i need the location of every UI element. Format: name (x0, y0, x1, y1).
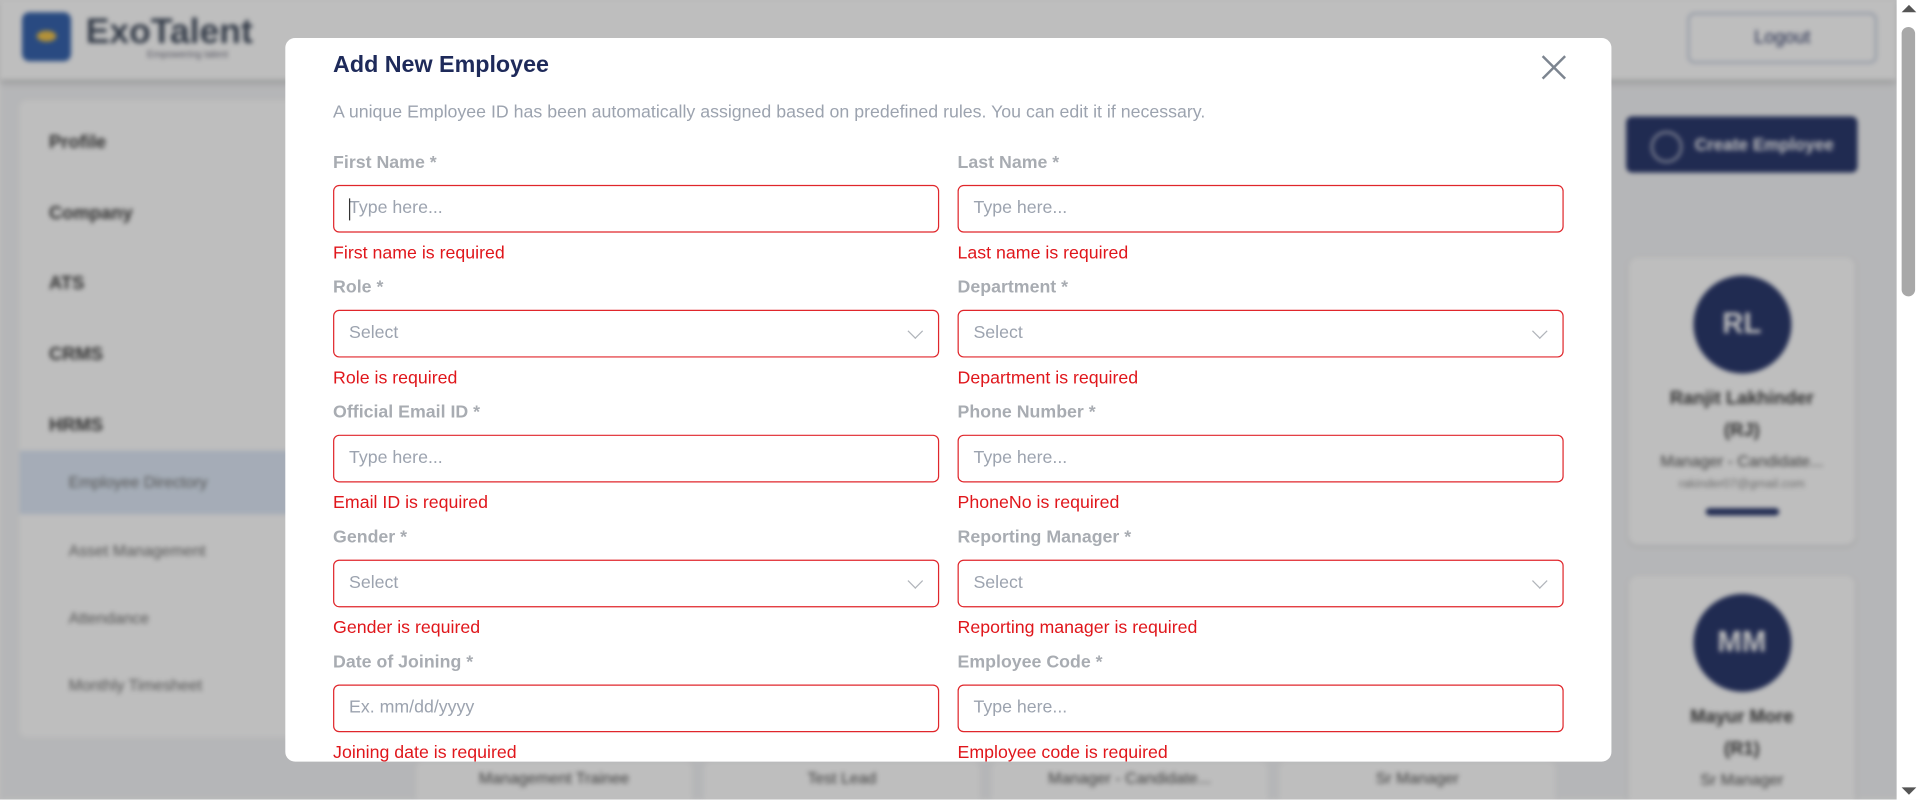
gender-error: Gender is required (333, 618, 481, 638)
gender-label: Gender * (333, 527, 408, 548)
chevron-down-icon (1532, 323, 1548, 340)
email-placeholder: Type here... (348, 448, 443, 468)
last-name-input[interactable]: Type here... (957, 184, 1564, 233)
phone-number-label: Phone Number * (957, 402, 1096, 423)
phone-number-placeholder: Type here... (973, 448, 1068, 468)
first-name-placeholder: Type here... (348, 198, 443, 218)
department-placeholder: Select (973, 323, 1023, 343)
phone-number-error: PhoneNo is required (957, 493, 1120, 514)
phone-number-input[interactable]: Type here... (957, 434, 1564, 483)
first-name-error: First name is required (333, 243, 505, 264)
modal-subtitle: A unique Employee ID has been automatica… (333, 102, 1206, 123)
role-error: Role is required (333, 368, 458, 389)
date-of-joining-label: Date of Joining * (333, 652, 474, 673)
first-name-label: First Name * (333, 153, 437, 173)
date-of-joining-input[interactable]: Ex. mm/dd/yyyy (333, 684, 940, 733)
chevron-down-icon (1532, 573, 1548, 589)
modal-title: Add New Employee (333, 52, 549, 79)
department-select[interactable]: Select (957, 309, 1564, 358)
email-field-group: Official Email ID * Type here... Email I… (333, 402, 940, 514)
page-scrollbar[interactable] (1896, 0, 1920, 800)
date-of-joining-field-group: Date of Joining * Ex. mm/dd/yyyy Joining… (333, 652, 940, 762)
email-input[interactable]: Type here... (333, 434, 940, 483)
reporting-manager-label: Reporting Manager * (957, 527, 1132, 548)
reporting-manager-placeholder: Select (973, 573, 1023, 593)
first-name-field-group: First Name * Type here... First name is … (333, 153, 940, 264)
employee-code-placeholder: Type here... (973, 697, 1068, 718)
employee-code-label: Employee Code * (957, 652, 1103, 673)
role-select[interactable]: Select (333, 309, 940, 358)
last-name-label: Last Name * (957, 153, 1060, 173)
scroll-up-arrow-icon[interactable] (1901, 4, 1917, 13)
chevron-down-icon (907, 573, 924, 589)
date-of-joining-error: Joining date is required (333, 743, 517, 762)
employee-code-field-group: Employee Code * Type here... Employee co… (957, 652, 1564, 762)
scroll-down-arrow-icon[interactable] (1901, 787, 1917, 795)
employee-code-error: Employee code is required (957, 743, 1168, 762)
email-label: Official Email ID * (333, 402, 481, 423)
gender-select[interactable]: Select (333, 559, 940, 608)
phone-number-field-group: Phone Number * Type here... PhoneNo is r… (957, 402, 1564, 514)
date-of-joining-placeholder: Ex. mm/dd/yyyy (348, 697, 475, 718)
email-error: Email ID is required (333, 493, 488, 514)
close-icon[interactable] (1540, 54, 1567, 81)
last-name-error: Last name is required (957, 243, 1129, 264)
reporting-manager-error: Reporting manager is required (957, 618, 1198, 638)
reporting-manager-field-group: Reporting Manager * Select Reporting man… (957, 527, 1564, 638)
role-placeholder: Select (348, 323, 399, 343)
department-label: Department * (957, 277, 1069, 298)
last-name-field-group: Last Name * Type here... Last name is re… (957, 153, 1564, 264)
first-name-input[interactable]: Type here... (333, 184, 940, 233)
add-employee-modal: Add New Employee A unique Employee ID ha… (285, 37, 1612, 762)
reporting-manager-select[interactable]: Select (957, 559, 1564, 608)
role-field-group: Role * Select Role is required (333, 277, 940, 389)
last-name-placeholder: Type here... (973, 198, 1068, 218)
gender-field-group: Gender * Select Gender is required (333, 527, 940, 638)
role-label: Role * (333, 277, 384, 298)
gender-placeholder: Select (348, 573, 399, 593)
department-error: Department is required (957, 368, 1139, 389)
employee-code-input[interactable]: Type here... (957, 684, 1564, 733)
chevron-down-icon (907, 323, 924, 340)
department-field-group: Department * Select Department is requir… (957, 277, 1564, 389)
scrollbar-thumb[interactable] (1901, 26, 1916, 297)
